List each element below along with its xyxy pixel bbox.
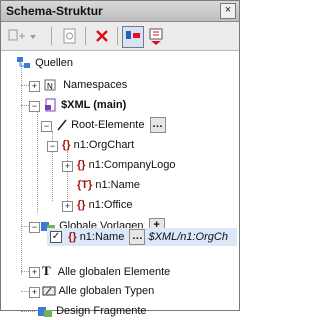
toolbar-separator: [85, 27, 86, 45]
close-button[interactable]: ×: [220, 3, 236, 19]
element-icon: {}: [77, 159, 86, 171]
expand-toggle[interactable]: +: [29, 287, 40, 298]
tree-label: n1:Name: [79, 231, 125, 243]
tree-label: Namespaces: [63, 79, 128, 91]
title-bar: Schema-Struktur ×: [1, 1, 239, 22]
tree-item-all-global-types[interactable]: Alle globalen Typen: [42, 282, 154, 300]
template-xpath: $XML/n1:OrgCh: [148, 231, 228, 243]
root-elements-icon: [57, 119, 67, 131]
collapse-toggle[interactable]: −: [47, 141, 58, 152]
tree-item-quellen[interactable]: Quellen: [16, 54, 73, 72]
more-button[interactable]: …: [129, 229, 146, 246]
tree-line: [37, 101, 38, 213]
tree-label: Root-Elemente: [71, 119, 145, 131]
element-icon: {}: [68, 231, 77, 243]
tree-item-all-global-elements[interactable]: T Alle globalen Elemente: [42, 262, 170, 280]
schema-structure-window: Schema-Struktur × Quellen + N Namespaces…: [0, 0, 240, 318]
show-only-global-button[interactable]: [122, 26, 144, 48]
tree-label: n1:Office: [88, 199, 133, 211]
element-text-icon: {T}: [77, 179, 93, 191]
tree-item-orgchart[interactable]: {} n1:OrgChart: [62, 136, 134, 154]
collapse-toggle[interactable]: −: [29, 101, 40, 112]
tree-line: [21, 85, 29, 86]
tree-label: n1:Name: [95, 179, 140, 191]
window-title: Schema-Struktur: [6, 4, 103, 18]
delete-x-icon: [96, 30, 108, 42]
collapse-toggle[interactable]: −: [29, 222, 40, 233]
delete-button[interactable]: [93, 26, 111, 46]
expand-toggle[interactable]: +: [29, 267, 40, 278]
toolbar-separator: [117, 27, 118, 45]
tree-item-xml-main[interactable]: $XML (main): [44, 96, 126, 114]
schema-tree: Quellen + N Namespaces − $XML (main) − R…: [1, 51, 239, 318]
expand-toggle[interactable]: +: [62, 161, 73, 172]
expand-toggle[interactable]: +: [62, 201, 73, 212]
tree-line: [21, 271, 29, 272]
schema-tree-options-button[interactable]: [147, 26, 165, 46]
properties-button[interactable]: [61, 26, 79, 46]
tree-item-root-elements[interactable]: Root-Elemente …: [56, 116, 166, 134]
tree-label: n1:CompanyLogo: [88, 159, 176, 171]
tree-label: Alle globalen Typen: [58, 285, 155, 297]
xml-source-icon: [45, 98, 56, 112]
tree-label: n1:OrgChart: [73, 139, 135, 151]
tree-item-design-fragments[interactable]: Design Fragmente: [37, 302, 147, 320]
tree-line: [21, 63, 22, 275]
tree-item-namespaces[interactable]: N Namespaces: [44, 76, 127, 94]
element-icon: {}: [62, 139, 71, 151]
sources-icon: [17, 57, 30, 69]
namespace-icon: N: [44, 79, 56, 91]
element-icon: {}: [77, 199, 86, 211]
tree-item-companylogo[interactable]: {} n1:CompanyLogo: [77, 156, 175, 174]
tree-label: $XML (main): [61, 99, 127, 111]
collapse-toggle[interactable]: −: [41, 121, 52, 132]
add-dropdown-button[interactable]: [7, 26, 41, 46]
tree-line: [67, 151, 68, 201]
text-t-icon: T: [42, 263, 51, 278]
tree-label: Quellen: [35, 57, 73, 69]
svg-text:N: N: [47, 82, 53, 91]
filter-icon: [149, 28, 163, 45]
toolbar-separator: [51, 27, 52, 45]
tree-view-icon: [126, 31, 140, 39]
template-checkbox[interactable]: ✓: [50, 231, 62, 244]
more-button[interactable]: …: [149, 117, 166, 134]
tree-line: [21, 311, 35, 312]
add-item-icon: [8, 29, 36, 41]
tree-line: [21, 226, 29, 227]
tree-line: [21, 105, 29, 106]
tree-line: [21, 291, 29, 292]
document-gear-icon: [63, 28, 76, 44]
global-types-icon: [42, 286, 56, 296]
expand-toggle[interactable]: +: [29, 81, 40, 92]
tree-item-office[interactable]: {} n1:Office: [77, 196, 132, 214]
tree-item-global-template-name[interactable]: ✓ {} n1:Name … $XML/n1:OrgCh: [50, 228, 228, 246]
design-fragments-icon: [38, 307, 52, 318]
tree-item-name[interactable]: {T} n1:Name: [77, 176, 140, 194]
tree-label: Design Fragmente: [56, 305, 147, 317]
tree-label: Alle globalen Elemente: [57, 266, 171, 278]
toolbar: [1, 22, 239, 51]
